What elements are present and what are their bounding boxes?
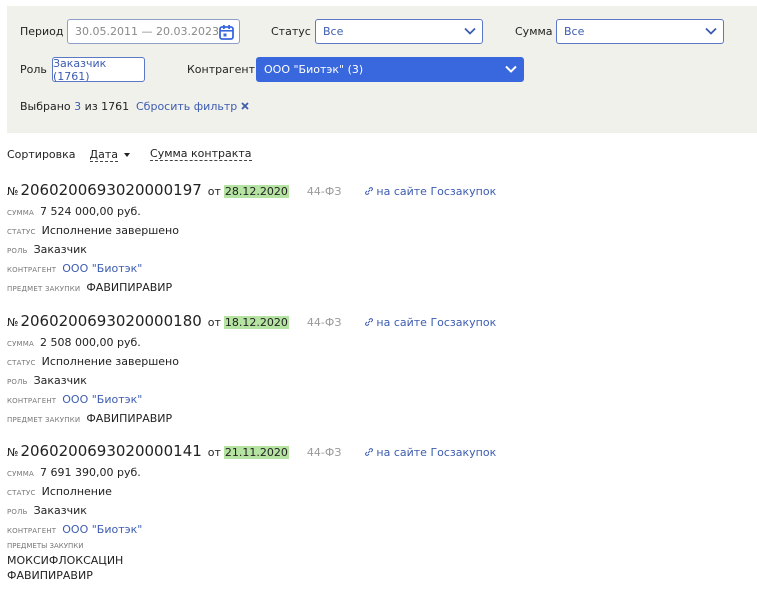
status-key: статус xyxy=(7,228,36,236)
contract-number[interactable]: 2060200693020000197 xyxy=(20,181,201,199)
link-icon xyxy=(365,316,374,329)
sort-option-date-label: Дата xyxy=(89,147,119,162)
number-sign: № xyxy=(7,316,19,329)
sum-key: сумма xyxy=(7,340,35,348)
caret-down-icon xyxy=(124,152,131,157)
date-prefix: от xyxy=(207,446,221,459)
status-select-value: Все xyxy=(323,25,344,38)
role-key: роль xyxy=(7,247,28,255)
status-value: Исполнение xyxy=(41,485,112,498)
role-label: Роль xyxy=(20,63,47,76)
zakupki-link-label: на сайте Госзакупок xyxy=(376,185,497,198)
contract-date: 28.12.2020 xyxy=(223,185,289,198)
amount-select[interactable]: Все xyxy=(556,19,724,44)
subject-item: МОКСИФЛОКСАЦИН xyxy=(7,554,124,567)
contract-header: № 2060200693020000141 от 21.11.2020 44-Ф… xyxy=(7,442,707,460)
selected-count-info: Выбрано 3 из 1761 xyxy=(20,100,129,113)
amount-label: Сумма xyxy=(515,25,553,38)
counterparty-key: контрагент xyxy=(7,527,57,535)
contract-date: 21.11.2020 xyxy=(223,446,289,459)
role-value: Заказчик xyxy=(33,374,87,387)
role-key: роль xyxy=(7,378,28,386)
amount-select-value: Все xyxy=(564,25,585,38)
subject-key: предмет закупки xyxy=(7,285,81,293)
role-key: роль xyxy=(7,508,28,516)
counterparty-link[interactable]: ООО "Биотэк" xyxy=(62,523,142,536)
sort-bar: Сортировка Дата Сумма контракта xyxy=(7,147,252,162)
close-icon xyxy=(241,100,249,113)
contract-date: 18.12.2020 xyxy=(223,316,289,329)
law-badge: 44-ФЗ xyxy=(306,185,342,198)
calendar-icon[interactable] xyxy=(219,24,234,43)
role-chip-customer[interactable]: Заказчик (1761) xyxy=(52,56,145,83)
number-sign: № xyxy=(7,446,19,459)
counterparty-select[interactable]: ООО "Биотэк" (3) xyxy=(256,57,524,82)
selected-prefix: Выбрано xyxy=(20,100,71,113)
status-label: Статус xyxy=(271,25,311,38)
period-label: Период xyxy=(20,25,64,38)
subject-value: ФАВИПИРАВИР xyxy=(86,412,173,425)
subject-key: предмет закупки xyxy=(7,416,81,424)
status-select[interactable]: Все xyxy=(315,19,483,44)
contract-header: № 2060200693020000180 от 18.12.2020 44-Ф… xyxy=(7,312,707,330)
period-value: 30.05.2011 — 20.03.2023 xyxy=(75,25,219,38)
selected-count: 3 xyxy=(74,100,82,113)
zakupki-link[interactable]: на сайте Госзакупок xyxy=(365,446,496,459)
sort-option-date[interactable]: Дата xyxy=(89,147,131,162)
period-date-range-input[interactable]: 30.05.2011 — 20.03.2023 xyxy=(67,19,240,44)
status-value: Исполнение завершено xyxy=(41,224,179,237)
subject-item: ФАВИПИРАВИР xyxy=(7,569,93,582)
subject-value: ФАВИПИРАВИР xyxy=(86,281,173,294)
selected-suffix: из 1761 xyxy=(84,100,130,113)
chevron-down-icon xyxy=(464,25,476,38)
role-chip-label: Заказчик (1761) xyxy=(53,56,107,83)
chevron-down-icon xyxy=(505,63,517,76)
date-prefix: от xyxy=(207,316,221,329)
zakupki-link-label: на сайте Госзакупок xyxy=(376,316,497,329)
contract-card: № 2060200693020000197 от 28.12.2020 44-Ф… xyxy=(7,181,707,294)
law-badge: 44-ФЗ xyxy=(306,316,342,329)
contract-number[interactable]: 2060200693020000180 xyxy=(20,312,201,330)
link-icon xyxy=(365,446,374,459)
counterparty-label: Контрагент xyxy=(187,63,256,76)
zakupki-link[interactable]: на сайте Госзакупок xyxy=(365,185,496,198)
sum-key: сумма xyxy=(7,209,35,217)
contract-card: № 2060200693020000141 от 21.11.2020 44-Ф… xyxy=(7,442,707,582)
role-value: Заказчик xyxy=(33,504,87,517)
counterparty-link[interactable]: ООО "Биотэк" xyxy=(62,393,142,406)
status-key: статус xyxy=(7,489,36,497)
sum-key: сумма xyxy=(7,470,35,478)
zakupki-link-label: на сайте Госзакупок xyxy=(376,446,497,459)
counterparty-key: контрагент xyxy=(7,397,57,405)
subjects-key: предметы закупки xyxy=(7,542,84,550)
sort-option-amount[interactable]: Сумма контракта xyxy=(150,147,252,161)
number-sign: № xyxy=(7,185,19,198)
role-value: Заказчик xyxy=(33,243,87,256)
reset-filter-button[interactable]: Сбросить фильтр xyxy=(136,100,249,113)
contract-card: № 2060200693020000180 от 18.12.2020 44-Ф… xyxy=(7,312,707,425)
zakupki-link[interactable]: на сайте Госзакупок xyxy=(365,316,496,329)
law-badge: 44-ФЗ xyxy=(306,446,342,459)
sum-value: 7 524 000,00 руб. xyxy=(40,205,141,218)
link-icon xyxy=(365,185,374,198)
contract-number[interactable]: 2060200693020000141 xyxy=(20,442,201,460)
counterparty-link[interactable]: ООО "Биотэк" xyxy=(62,262,142,275)
sum-value: 7 691 390,00 руб. xyxy=(40,466,141,479)
chevron-down-icon xyxy=(705,25,717,38)
counterparty-key: контрагент xyxy=(7,266,57,274)
status-value: Исполнение завершено xyxy=(41,355,179,368)
contract-header: № 2060200693020000197 от 28.12.2020 44-Ф… xyxy=(7,181,707,199)
status-key: статус xyxy=(7,359,36,367)
sort-label: Сортировка xyxy=(7,147,76,161)
counterparty-select-value: ООО "Биотэк" (3) xyxy=(264,63,364,76)
sum-value: 2 508 000,00 руб. xyxy=(40,336,141,349)
reset-filter-label: Сбросить фильтр xyxy=(136,100,238,113)
date-prefix: от xyxy=(207,185,221,198)
